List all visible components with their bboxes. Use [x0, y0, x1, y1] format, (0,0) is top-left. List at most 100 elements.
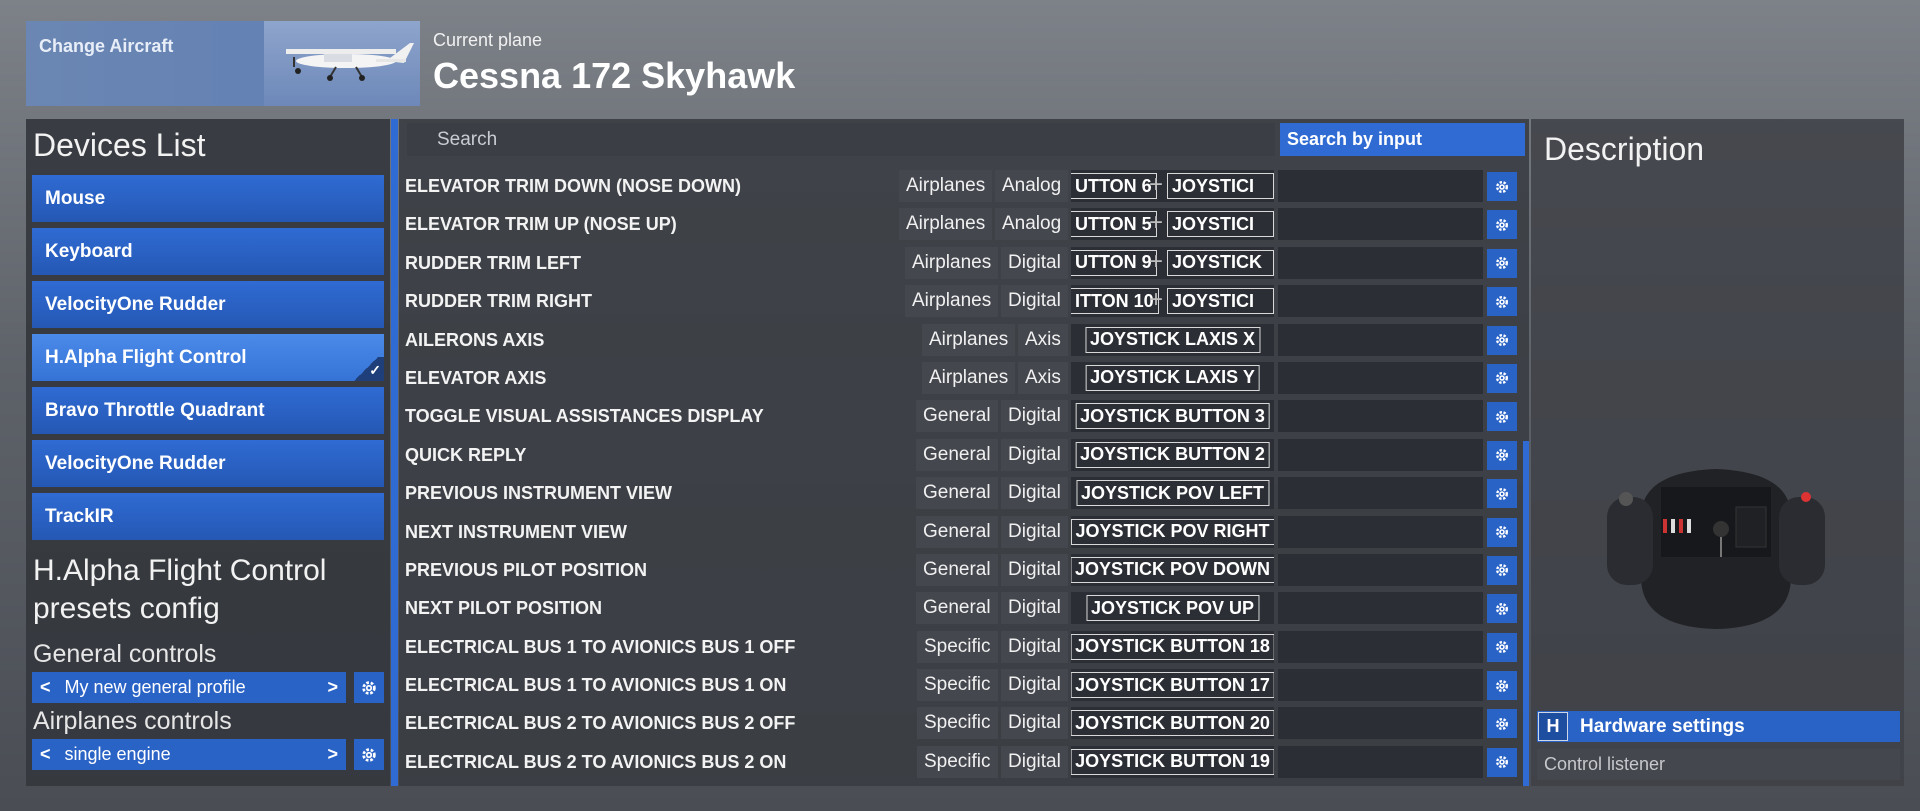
chevron-right-icon[interactable]: >	[327, 744, 338, 765]
binding-input-slot-2[interactable]	[1278, 208, 1483, 241]
binding-input-slot-1[interactable]: UTTON 5 + JOYSTICI	[1071, 208, 1274, 241]
binding-input-slot-2[interactable]	[1278, 438, 1483, 471]
binding-row[interactable]: ELECTRICAL BUS 1 TO AVIONICS BUS 1 ON Spe…	[399, 666, 1529, 704]
binding-input-slot-1[interactable]: JOYSTICK POV RIGHT	[1071, 515, 1274, 548]
binding-row[interactable]: ELECTRICAL BUS 2 TO AVIONICS BUS 2 OFF Sp…	[399, 704, 1529, 742]
binding-key: JOYSTICK BUTTON 2	[1075, 441, 1270, 468]
binding-input-slot-2[interactable]	[1278, 553, 1483, 586]
bindings-scrollbar[interactable]	[1523, 441, 1529, 786]
control-listener-button[interactable]: Control listener	[1537, 749, 1900, 780]
binding-settings-button[interactable]	[1487, 172, 1517, 201]
binding-input-slot-2[interactable]	[1278, 630, 1483, 663]
binding-input-slot-2[interactable]	[1278, 323, 1483, 356]
binding-input-slot-2[interactable]	[1278, 170, 1483, 202]
binding-input-slot-2[interactable]	[1278, 477, 1483, 510]
chevron-left-icon[interactable]: <	[40, 744, 51, 765]
binding-input-slot-1[interactable]: UTTON 6 + JOYSTICI	[1071, 170, 1274, 202]
binding-row[interactable]: ELECTRICAL BUS 2 TO AVIONICS BUS 2 ON Spe…	[399, 743, 1529, 781]
binding-row[interactable]: ELEVATOR TRIM UP (NOSE UP) Airplanes Analo…	[399, 205, 1529, 243]
binding-name: NEXT INSTRUMENT VIEW	[405, 521, 628, 542]
binding-settings-button[interactable]	[1487, 632, 1517, 662]
binding-input-slot-1[interactable]: JOYSTICK BUTTON 2	[1071, 438, 1274, 471]
binding-input-slot-1[interactable]: JOYSTICK LAXIS Y	[1071, 361, 1274, 394]
binding-name: ELECTRICAL BUS 1 TO AVIONICS BUS 1 OFF	[405, 636, 796, 657]
binding-row[interactable]: ELEVATOR AXIS Airplanes Axis JOYSTICK LAXIS…	[399, 359, 1529, 397]
binding-row[interactable]: ELEVATOR TRIM DOWN (NOSE DOWN) Airplanes A…	[399, 167, 1529, 205]
binding-input-slot-2[interactable]	[1278, 592, 1483, 625]
binding-settings-button[interactable]	[1487, 555, 1517, 585]
binding-row[interactable]: RUDDER TRIM LEFT Airplanes Digital UTTON 9 +…	[399, 244, 1529, 282]
binding-input-slot-1[interactable]: JOYSTICK BUTTON 3	[1071, 400, 1274, 433]
aircraft-thumbnail	[264, 21, 420, 106]
binding-name: AILERONS AXIS	[405, 329, 545, 350]
binding-name: PREVIOUS PILOT POSITION	[405, 559, 648, 580]
search-by-input-button[interactable]: Search by input	[1280, 123, 1525, 156]
device-item-velocityone-rudder-2[interactable]: VelocityOne Rudder	[32, 440, 384, 487]
binding-settings-button[interactable]	[1487, 402, 1517, 432]
binding-type-tag: Digital	[1001, 630, 1068, 663]
binding-row[interactable]: TOGGLE VISUAL ASSISTANCES DISPLAY General…	[399, 397, 1529, 435]
binding-row[interactable]: QUICK REPLY General Digital JOYSTICK BUTTON…	[399, 436, 1529, 474]
binding-row[interactable]: AILERONS AXIS Airplanes Axis JOYSTICK LAXIS…	[399, 321, 1529, 359]
binding-input-slot-1[interactable]: ITTON 10 + JOYSTICI	[1071, 285, 1274, 318]
binding-settings-button[interactable]	[1487, 440, 1517, 470]
general-profile-selector[interactable]: < My new general profile >	[32, 672, 346, 703]
binding-input-slot-2[interactable]	[1278, 246, 1483, 279]
general-profile-settings-button[interactable]	[354, 672, 384, 703]
binding-input-slot-1[interactable]: JOYSTICK BUTTON 17	[1071, 669, 1274, 702]
binding-input-slot-1[interactable]: JOYSTICK BUTTON 19	[1071, 745, 1274, 778]
hardware-settings-button[interactable]: H Hardware settings	[1537, 711, 1900, 742]
binding-input-slot-2[interactable]	[1278, 361, 1483, 394]
binding-input-slot-1[interactable]: JOYSTICK POV LEFT	[1071, 477, 1274, 510]
binding-row[interactable]: NEXT PILOT POSITION General Digital JOYSTIC…	[399, 589, 1529, 627]
binding-settings-button[interactable]	[1487, 325, 1517, 355]
binding-type-tag: Digital	[1001, 592, 1068, 625]
hardware-settings-key: H	[1538, 712, 1568, 741]
device-item-velocityone-rudder[interactable]: VelocityOne Rudder	[32, 281, 384, 328]
device-item-keyboard[interactable]: Keyboard	[32, 228, 384, 275]
binding-input-slot-1[interactable]: JOYSTICK POV UP	[1071, 592, 1274, 625]
binding-settings-button[interactable]	[1487, 671, 1517, 701]
binding-input-slot-1[interactable]: JOYSTICK BUTTON 20	[1071, 707, 1274, 740]
chevron-left-icon[interactable]: <	[40, 677, 51, 698]
binding-row[interactable]: PREVIOUS PILOT POSITION General Digital JOY…	[399, 551, 1529, 589]
binding-input-slot-2[interactable]	[1278, 669, 1483, 702]
device-item-halpha-flight-control[interactable]: H.Alpha Flight Control ✓	[32, 334, 384, 381]
binding-input-slot-1[interactable]: JOYSTICK BUTTON 18	[1071, 630, 1274, 663]
search-input[interactable]	[407, 123, 1275, 156]
binding-settings-button[interactable]	[1487, 363, 1517, 393]
binding-input-slot-1[interactable]: JOYSTICK LAXIS X	[1071, 323, 1274, 356]
binding-input-slot-2[interactable]	[1278, 515, 1483, 548]
binding-row[interactable]: RUDDER TRIM RIGHT Airplanes Digital ITTON 1…	[399, 282, 1529, 320]
binding-input-slot-2[interactable]	[1278, 707, 1483, 740]
chevron-right-icon[interactable]: >	[327, 677, 338, 698]
device-item-mouse[interactable]: Mouse	[32, 175, 384, 222]
device-item-label: Mouse	[45, 187, 106, 209]
device-item-trackir[interactable]: TrackIR	[32, 493, 384, 540]
binding-input-slot-2[interactable]	[1278, 745, 1483, 778]
binding-settings-button[interactable]	[1487, 517, 1517, 547]
gear-icon	[1496, 180, 1508, 193]
device-item-bravo-throttle-quadrant[interactable]: Bravo Throttle Quadrant	[32, 387, 384, 434]
binding-settings-button[interactable]	[1487, 479, 1517, 509]
binding-name: NEXT PILOT POSITION	[405, 598, 603, 619]
gear-icon	[1496, 717, 1508, 730]
change-aircraft-button[interactable]: Change Aircraft	[26, 21, 420, 106]
airplanes-profile-settings-button[interactable]	[354, 739, 384, 770]
binding-settings-button[interactable]	[1487, 210, 1517, 240]
binding-settings-button[interactable]	[1487, 248, 1517, 278]
binding-row[interactable]: ELECTRICAL BUS 1 TO AVIONICS BUS 1 OFF Sp…	[399, 628, 1529, 666]
binding-input-slot-1[interactable]: JOYSTICK POV DOWN	[1071, 553, 1274, 586]
binding-input-slot-1[interactable]: UTTON 9 + JOYSTICK	[1071, 246, 1274, 279]
binding-input-slot-2[interactable]	[1278, 400, 1483, 433]
binding-settings-button[interactable]	[1487, 594, 1517, 624]
binding-key: JOYSTICK LAXIS Y	[1085, 364, 1260, 391]
binding-row[interactable]: NEXT INSTRUMENT VIEW General Digital JOYSTI…	[399, 513, 1529, 551]
binding-settings-button[interactable]	[1487, 709, 1517, 739]
airplanes-profile-selector[interactable]: < single engine >	[32, 739, 346, 770]
binding-category-tag: General	[916, 592, 998, 625]
binding-input-slot-2[interactable]	[1278, 285, 1483, 318]
binding-settings-button[interactable]	[1487, 287, 1517, 317]
binding-row[interactable]: PREVIOUS INSTRUMENT VIEW General Digital JO…	[399, 474, 1529, 512]
binding-settings-button[interactable]	[1487, 747, 1517, 777]
